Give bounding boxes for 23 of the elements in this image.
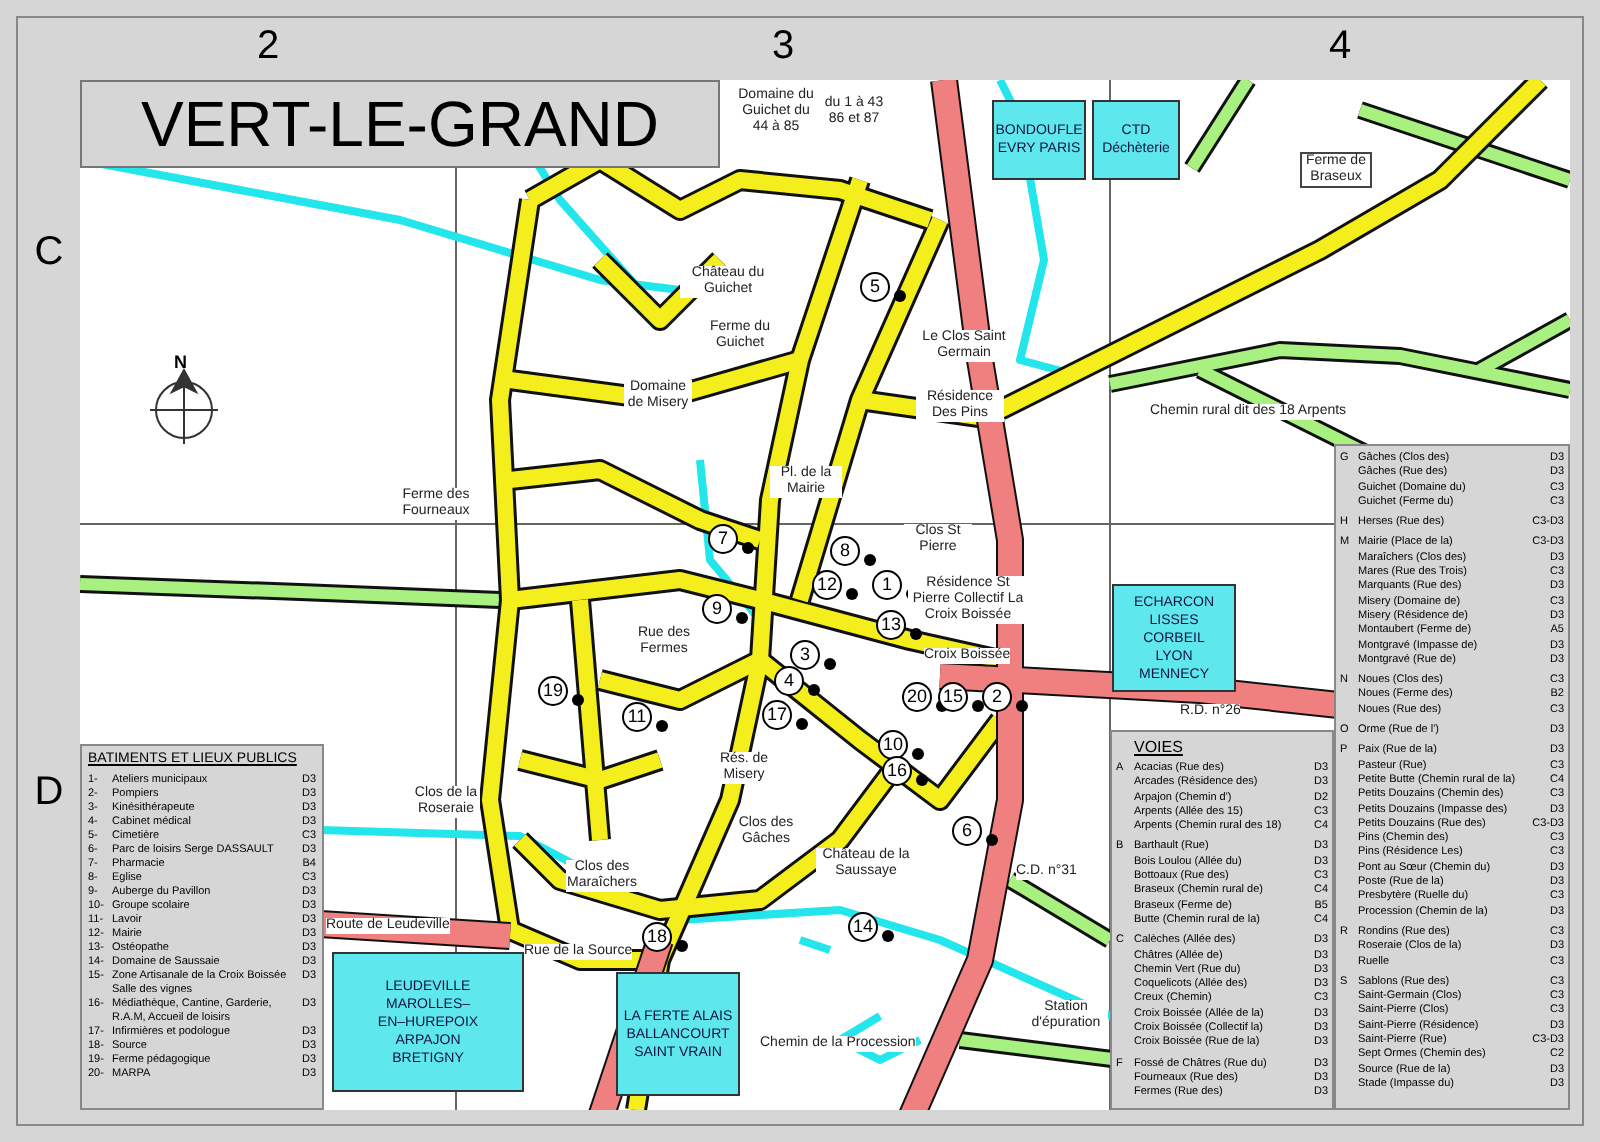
map-marker: 3 bbox=[790, 640, 820, 670]
map-marker: 9 bbox=[702, 594, 732, 624]
map-marker: 1 bbox=[872, 570, 902, 600]
map-marker: 10 bbox=[878, 730, 908, 760]
grid-column-label: 3 bbox=[771, 22, 795, 72]
map-marker: 20 bbox=[902, 682, 932, 712]
map-marker: 12 bbox=[812, 570, 842, 600]
compass-north-label: N bbox=[174, 352, 187, 372]
map-marker: 14 bbox=[848, 912, 878, 942]
map-marker: 17 bbox=[762, 700, 792, 730]
grid-row-label: D bbox=[34, 768, 64, 816]
map-marker: 13 bbox=[876, 610, 906, 640]
map-marker: 6 bbox=[952, 816, 982, 846]
map-marker: 19 bbox=[538, 676, 568, 706]
map-marker: 11 bbox=[622, 702, 652, 732]
map-marker: 8 bbox=[830, 536, 860, 566]
grid-column-label: 4 bbox=[1328, 22, 1352, 72]
street-index-heading: VOIES bbox=[1132, 736, 1185, 758]
grid-column-label: 2 bbox=[256, 22, 280, 72]
map-marker: 5 bbox=[860, 272, 890, 302]
map-title: VERT-LE-GRAND bbox=[80, 80, 720, 168]
map-marker: 4 bbox=[774, 666, 804, 696]
grid-row-label: C bbox=[34, 228, 64, 276]
